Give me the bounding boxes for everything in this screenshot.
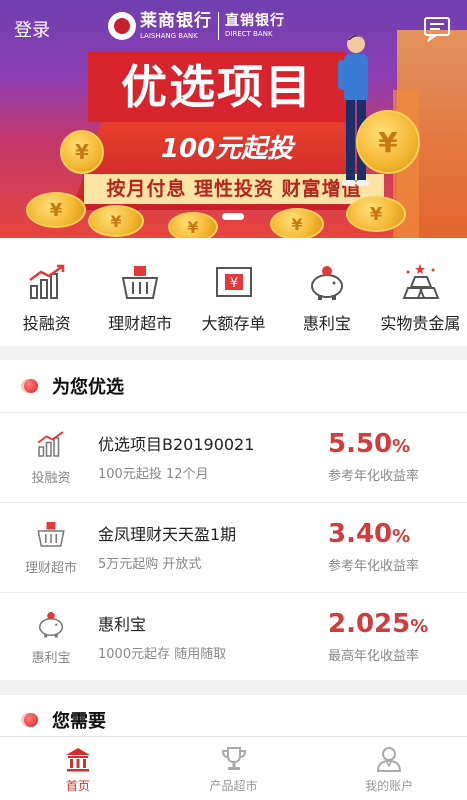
product-category: 投融资 [31, 471, 71, 486]
bank-home-icon [65, 748, 90, 772]
quick-nav-precious-metals[interactable]: 实物贵金属 [374, 238, 467, 346]
tab-my-account[interactable]: 我的账户 [311, 737, 467, 800]
tab-home[interactable]: 首页 [0, 737, 156, 800]
product-detail: 1000元起存 随用随取 [98, 647, 227, 662]
coin-icon: ¥ [60, 130, 104, 174]
quick-nav-label: 投融资 [22, 314, 71, 333]
section-header: 为您优选 [0, 360, 467, 412]
quick-nav-label: 惠利宝 [302, 314, 351, 333]
rate-value: 5.50 [328, 429, 393, 459]
rate-unit: % [392, 526, 411, 547]
product-detail: 100元起投 12个月 [98, 467, 209, 482]
app-screen: 莱商银行 LAISHANG BANK 直销银行 DIRECT BANK 优选项目… [0, 0, 467, 800]
quick-nav-label: 实物贵金属 [380, 314, 461, 333]
quick-nav-label: 理财超市 [108, 314, 173, 333]
rate-unit: % [392, 436, 411, 457]
rate-value: 2.025 [328, 609, 411, 639]
bank-logo: 莱商银行 LAISHANG BANK 直销银行 DIRECT BANK [108, 8, 285, 44]
chart-growth-icon [28, 264, 64, 299]
direct-bank-name: 直销银行 [225, 13, 285, 29]
quick-nav-huilibao[interactable]: 惠利宝 [280, 238, 373, 346]
rate-label: 最高年化收益率 [328, 649, 420, 664]
quick-nav-label: 大额存单 [201, 314, 266, 333]
coin-icon: ¥ [270, 208, 324, 238]
carousel-indicator[interactable] [222, 213, 244, 220]
product-name: 金凤理财天天盈1期 [98, 525, 237, 544]
deposit-certificate-icon: ¥ [215, 267, 252, 297]
product-rate: 3.40% [328, 519, 410, 549]
direct-bank-en: DIRECT BANK [225, 30, 273, 38]
product-name: 惠利宝 [98, 615, 147, 634]
shopping-basket-icon [121, 266, 159, 299]
product-row[interactable]: 投融资 优选项目B20190021 100元起投 12个月 5.50% 参考年化… [0, 412, 467, 502]
logo-divider [218, 12, 219, 40]
rate-label: 参考年化收益率 [328, 559, 420, 574]
gold-bars-icon [402, 264, 440, 299]
trophy-icon [221, 747, 246, 770]
section-title: 为您优选 [52, 377, 124, 398]
login-button[interactable]: 登录 [14, 16, 50, 42]
product-rate: 2.025% [328, 609, 428, 639]
svg-text:¥: ¥ [229, 276, 237, 291]
tab-label: 首页 [65, 779, 90, 793]
product-category: 理财超市 [24, 561, 77, 576]
chart-growth-icon [37, 431, 64, 457]
tab-product-market[interactable]: 产品超市 [156, 737, 312, 800]
product-category: 惠利宝 [31, 651, 71, 666]
quick-nav: 投融资 理财超市 ¥ 大额存单 惠利宝 实物贵金属 [0, 238, 467, 346]
bank-logo-icon [108, 12, 136, 40]
product-rate: 5.50% [328, 429, 410, 459]
piggy-bank-icon [39, 612, 63, 638]
quick-nav-wealth-market[interactable]: 理财超市 [93, 238, 186, 346]
recommend-section: 为您优选 投融资 优选项目B20190021 100元起投 12个月 5.50%… [0, 360, 467, 680]
coin-icon: ¥ [168, 212, 218, 238]
promo-banner[interactable]: 莱商银行 LAISHANG BANK 直销银行 DIRECT BANK 优选项目… [0, 0, 467, 238]
rate-label: 参考年化收益率 [328, 469, 420, 484]
section-title: 您需要 [52, 711, 106, 732]
coin-icon: ¥ [346, 196, 406, 232]
message-icon[interactable] [423, 16, 451, 42]
quick-nav-investment[interactable]: 投融资 [0, 238, 93, 346]
piggy-bank-icon [310, 266, 343, 300]
coin-icon: ¥ [26, 192, 86, 228]
shopping-basket-icon [37, 522, 65, 547]
product-detail: 5万元起购 开放式 [98, 557, 202, 572]
coin-icon: ¥ [88, 205, 144, 237]
banner-invest-text: 100元起投 [160, 134, 294, 164]
person-illustration [338, 35, 370, 186]
bank-name: 莱商银行 [140, 10, 212, 31]
product-row[interactable]: 理财超市 金凤理财天天盈1期 5万元起购 开放式 3.40% 参考年化收益率 [0, 502, 467, 592]
coin-icon: ¥ [356, 110, 420, 174]
bank-name-en: LAISHANG BANK [140, 31, 198, 40]
product-row[interactable]: 惠利宝 惠利宝 1000元起存 随用随取 2.025% 最高年化收益率 [0, 592, 467, 682]
rate-unit: % [410, 616, 429, 637]
product-name: 优选项目B20190021 [98, 435, 255, 454]
user-account-icon [377, 747, 402, 772]
section-bullet-icon [24, 379, 38, 393]
tab-label: 我的账户 [365, 779, 414, 793]
bottom-tab-bar: 首页 产品超市 我的账户 [0, 736, 467, 800]
banner-headline: 优选项目 [88, 52, 346, 122]
tab-label: 产品超市 [209, 779, 258, 793]
rate-value: 3.40 [328, 519, 393, 549]
section-bullet-icon [24, 713, 38, 727]
quick-nav-large-deposit[interactable]: ¥ 大额存单 [187, 238, 280, 346]
